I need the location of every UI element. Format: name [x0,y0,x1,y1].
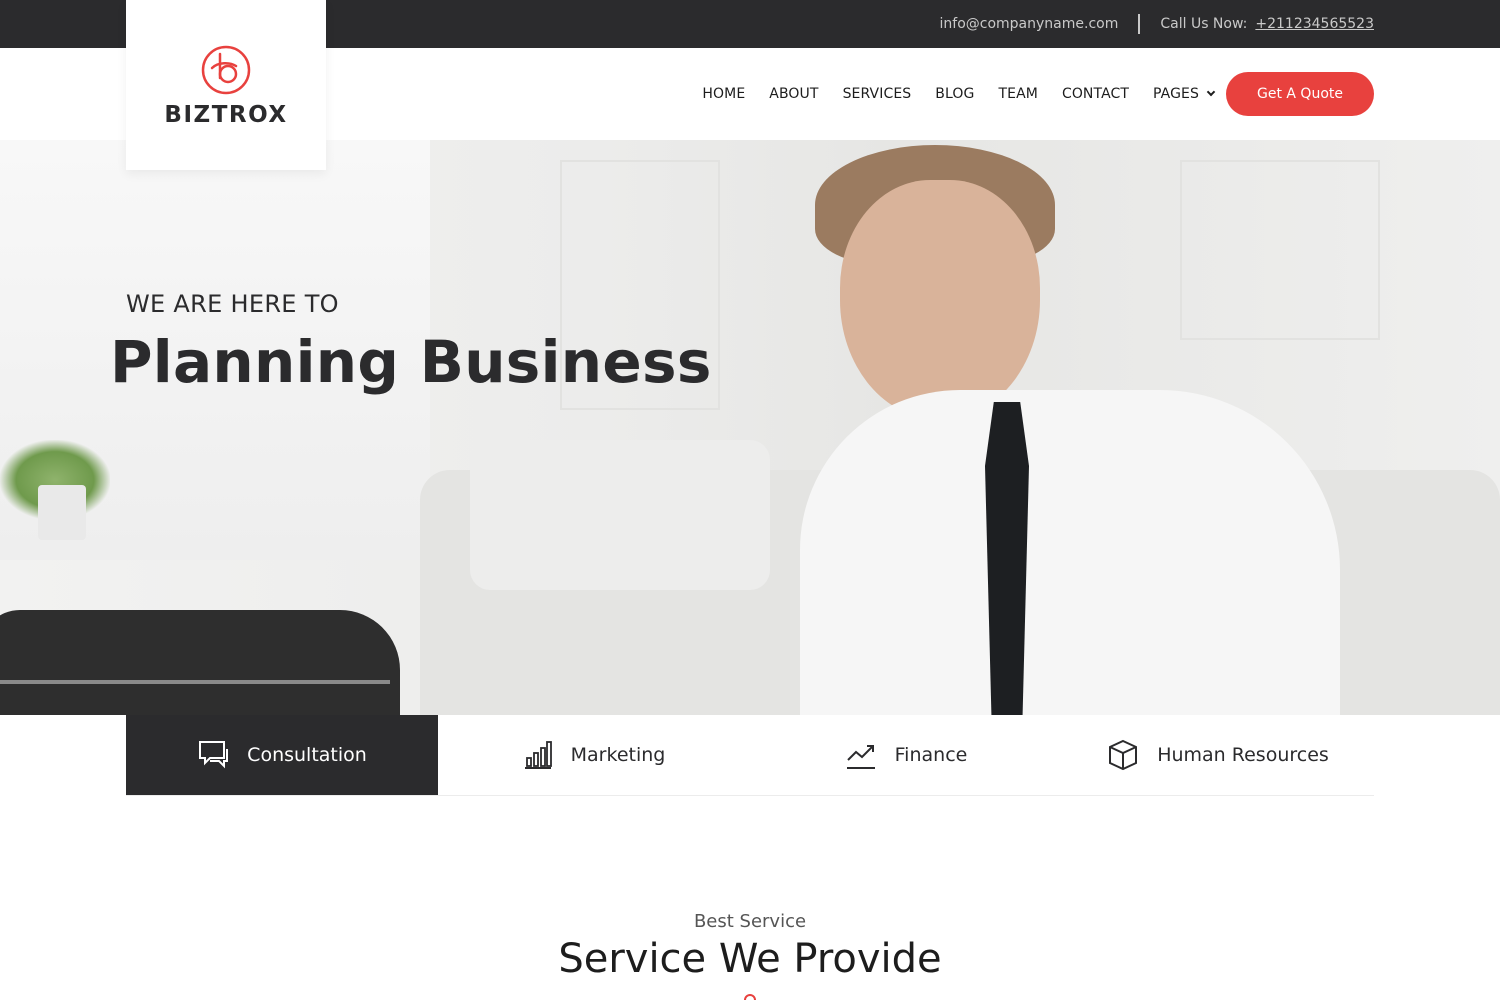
hero-suitcase-zipper [0,680,390,684]
nav-item-contact[interactable]: CONTACT [1062,86,1129,102]
hero-person-tie [985,402,1029,715]
nav-item-team[interactable]: TEAM [998,86,1037,102]
section-subtitle: Best Service [693,911,807,932]
logo[interactable]: BIZTROX [126,0,326,170]
hero-cushion [470,440,770,590]
section-title: Service We Provide [558,936,942,982]
phone-link[interactable]: +211234565523 [1255,16,1374,32]
hero-wall-panel [1180,160,1380,340]
get-a-quote-button[interactable]: Get A Quote [1226,72,1374,116]
hero-person-head [840,180,1040,420]
chat-bubbles-icon [199,741,229,769]
hero-banner: WE ARE HERE TO Planning Business [0,140,1500,715]
hero-subtitle: WE ARE HERE TO [126,290,339,318]
tab-finance[interactable]: Finance [750,715,1062,795]
tab-consultation-label: Consultation [247,744,367,766]
logo-text: BIZTROX [164,102,288,128]
hero-plant-pot [38,485,86,540]
service-tabs: Consultation Marketing Finance Human Res… [126,715,1374,796]
tab-consultation[interactable]: Consultation [126,715,438,795]
tab-marketing[interactable]: Marketing [438,715,750,795]
nav-item-blog[interactable]: BLOG [935,86,974,102]
box-icon [1109,739,1138,771]
divider [1138,14,1141,34]
bar-chart-icon [524,741,552,769]
top-contact: info@companyname.com Call Us Now: +21123… [940,0,1374,48]
tab-marketing-label: Marketing [570,744,666,766]
hero-suitcase [0,610,400,715]
section-divider-icon [744,994,756,1000]
chevron-down-icon [1206,87,1216,97]
hero-title: Planning Business [110,328,712,396]
tab-finance-label: Finance [894,744,968,766]
nav-item-about[interactable]: ABOUT [769,86,818,102]
nav-item-pages[interactable]: PAGES [1153,86,1216,102]
logo-mark-icon [201,45,251,95]
trending-up-icon [846,745,875,769]
main-nav: HOME ABOUT SERVICES BLOG TEAM CONTACT PA… [702,48,1216,140]
hero-person-shirt [800,390,1340,715]
nav-item-pages-label: PAGES [1153,86,1199,102]
tab-human-resources[interactable]: Human Resources [1062,715,1374,795]
tab-human-resources-label: Human Resources [1157,744,1329,766]
nav-item-services[interactable]: SERVICES [843,86,912,102]
email-link[interactable]: info@companyname.com [940,16,1119,32]
nav-item-home[interactable]: HOME [702,86,745,102]
phone-label: Call Us Now: [1160,16,1248,32]
